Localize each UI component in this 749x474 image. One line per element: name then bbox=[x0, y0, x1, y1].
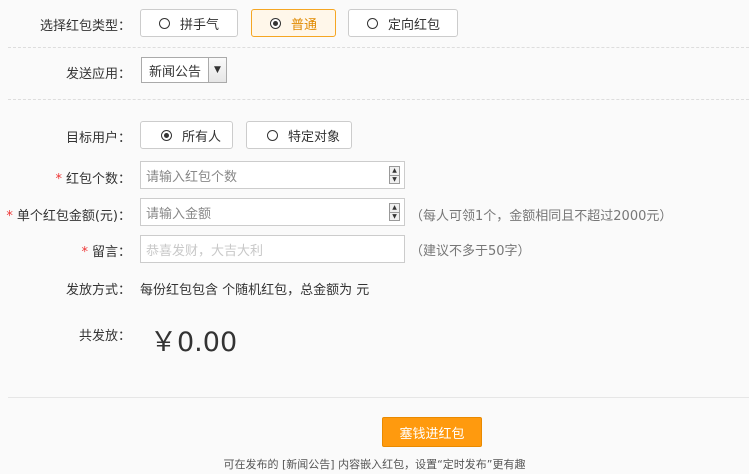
message-placeholder: 恭喜发财，大吉大利 bbox=[146, 243, 264, 259]
method-text: 每份红包包含 个随机红包，总金额为 元 bbox=[140, 283, 370, 298]
app-label: 发送应用： bbox=[65, 67, 131, 82]
target-label: 目标用户： bbox=[65, 131, 131, 146]
radio-checked-icon bbox=[270, 17, 281, 29]
count-label-text: 红包个数： bbox=[65, 172, 131, 187]
radio-icon bbox=[367, 17, 378, 29]
target-specific-label: 特定对象 bbox=[288, 129, 341, 145]
packet-type-directed-label: 定向红包 bbox=[388, 17, 441, 33]
packet-type-normal-label: 普通 bbox=[291, 17, 318, 33]
amount-input[interactable]: 请输入金额 ▲ ▼ bbox=[140, 198, 405, 226]
message-hint: （建议不多于50字） bbox=[410, 244, 531, 259]
message-input[interactable]: 恭喜发财，大吉大利 bbox=[140, 235, 405, 263]
count-input[interactable]: 请输入红包个数 ▲ ▼ bbox=[140, 161, 405, 189]
message-label-text: 留言： bbox=[91, 245, 131, 260]
required-mark: * bbox=[81, 245, 88, 260]
packet-type-lucky-label: 拼手气 bbox=[180, 17, 220, 33]
count-label: * 红包个数： bbox=[0, 168, 131, 187]
packet-type-label: 选择红包类型： bbox=[39, 19, 131, 34]
radio-checked-icon bbox=[161, 129, 172, 141]
divider bbox=[8, 99, 749, 100]
divider bbox=[8, 47, 749, 48]
amount-placeholder: 请输入金额 bbox=[146, 206, 212, 222]
required-mark: * bbox=[55, 172, 62, 187]
target-all-label: 所有人 bbox=[182, 129, 222, 145]
divider bbox=[8, 397, 749, 398]
message-label: * 留言： bbox=[0, 241, 131, 260]
required-mark: * bbox=[6, 209, 13, 224]
stepper-icon[interactable]: ▲ ▼ bbox=[389, 203, 400, 221]
total-label: 共发放： bbox=[78, 329, 131, 344]
radio-icon bbox=[159, 17, 170, 29]
amount-hint: （每人可领1个，金额相同且不超过2000元） bbox=[410, 209, 673, 224]
submit-button[interactable]: 塞钱进红包 bbox=[382, 417, 482, 447]
amount-label: * 单个红包金额(元)： bbox=[0, 205, 131, 224]
packet-type-directed[interactable]: 定向红包 bbox=[348, 9, 458, 37]
total-amount: ￥0.00 bbox=[150, 327, 238, 358]
radio-icon bbox=[267, 129, 278, 141]
app-select-value: 新闻公告 bbox=[149, 64, 202, 80]
method-label: 发放方式： bbox=[65, 283, 131, 298]
stepper-icon[interactable]: ▲ ▼ bbox=[389, 166, 400, 184]
app-select[interactable]: 新闻公告 ▼ bbox=[141, 57, 227, 83]
packet-type-lucky[interactable]: 拼手气 bbox=[140, 9, 238, 37]
target-specific[interactable]: 特定对象 bbox=[246, 121, 352, 149]
amount-label-text: 单个红包金额(元)： bbox=[16, 209, 131, 224]
count-placeholder: 请输入红包个数 bbox=[146, 169, 238, 185]
footnote: 可在发布的 [新闻公告] 内容嵌入红包，设置“定时发布”更有趣 bbox=[223, 458, 526, 471]
chevron-down-icon[interactable]: ▼ bbox=[208, 58, 226, 82]
packet-type-normal[interactable]: 普通 bbox=[251, 9, 336, 37]
target-all[interactable]: 所有人 bbox=[140, 121, 233, 149]
